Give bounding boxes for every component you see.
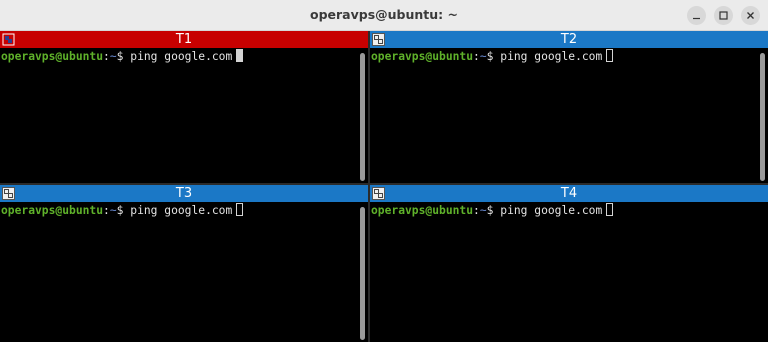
prompt-separator: : [103,204,110,217]
prompt-user-host: operavps@ubuntu [1,50,104,63]
prompt-separator: : [473,204,480,217]
terminal-grid-icon[interactable] [2,33,15,46]
prompt-separator: : [103,50,110,63]
prompt-separator: : [473,50,480,63]
window-title: operavps@ubuntu: ~ [310,7,458,22]
terminal-grid-icon[interactable] [372,33,385,46]
terminal-line: operavps@ubuntu:~$ ping google.com [1,203,244,219]
prompt-user-host: operavps@ubuntu [1,204,104,217]
terminal-line: operavps@ubuntu:~$ ping google.com [371,49,614,65]
terminal-grid-icon[interactable] [372,187,385,200]
close-icon [747,12,754,19]
pane-header-t2[interactable]: T2 [370,31,768,48]
pane-title: T2 [560,32,578,47]
text-cursor [606,49,614,62]
terminal-pane-t4[interactable]: T4 operavps@ubuntu:~$ ping google.com [370,185,768,342]
text-cursor [606,203,614,216]
title-bar[interactable]: operavps@ubuntu: ~ [0,0,768,31]
prompt-path: ~ [479,204,487,217]
minimize-button[interactable] [687,6,706,25]
prompt-path: ~ [479,50,487,63]
command-text: ping google.com [493,50,603,63]
maximize-button[interactable] [714,6,733,25]
pane-header-t1[interactable]: T1 [0,31,368,48]
terminal-pane-t2[interactable]: T2 operavps@ubuntu:~$ ping google.com [370,31,768,183]
prompt-path: ~ [109,204,117,217]
prompt-user-host: operavps@ubuntu [371,50,474,63]
scrollbar[interactable] [760,53,765,181]
terminal-line: operavps@ubuntu:~$ ping google.com [1,49,244,65]
text-cursor [236,203,244,216]
scrollbar[interactable] [360,207,365,340]
terminal-pane-t1[interactable]: T1 operavps@ubuntu:~$ ping google.com [0,31,368,183]
minimize-icon [693,17,700,20]
text-cursor [236,49,244,62]
terminal-line: operavps@ubuntu:~$ ping google.com [371,203,614,219]
pane-title: T3 [175,186,193,201]
command-text: ping google.com [493,204,603,217]
prompt-user-host: operavps@ubuntu [371,204,474,217]
close-button[interactable] [741,6,760,25]
terminal-grid-icon[interactable] [2,187,15,200]
scrollbar[interactable] [360,53,365,181]
pane-title: T4 [560,186,578,201]
command-text: ping google.com [123,50,233,63]
prompt-path: ~ [109,50,117,63]
pane-title: T1 [175,32,193,47]
pane-header-t3[interactable]: T3 [0,185,368,202]
command-text: ping google.com [123,204,233,217]
maximize-icon [719,11,728,20]
terminal-pane-t3[interactable]: T3 operavps@ubuntu:~$ ping google.com [0,185,368,342]
pane-header-t4[interactable]: T4 [370,185,768,202]
terminal-window: operavps@ubuntu: ~ T1 operavps@ubuntu:~$… [0,0,768,342]
